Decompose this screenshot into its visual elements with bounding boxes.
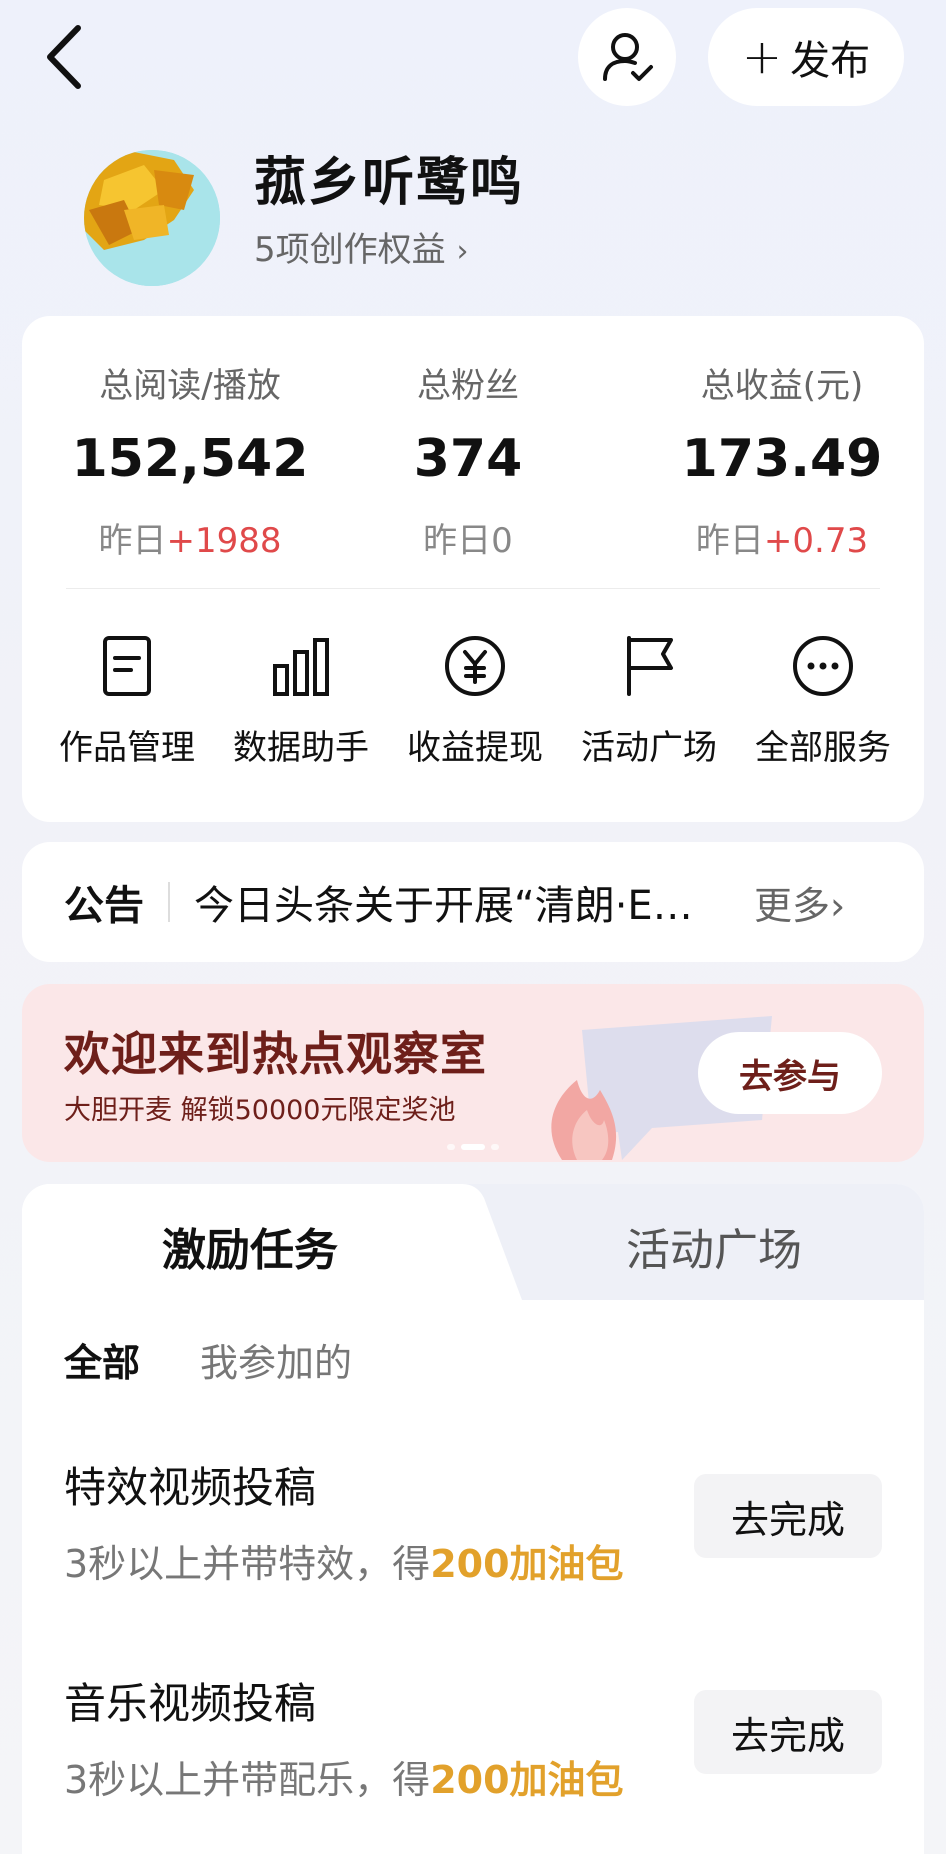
service-activity-square[interactable]: 活动广场 xyxy=(564,634,734,769)
service-income-withdraw[interactable]: 收益提现 xyxy=(390,634,560,769)
notice-bar[interactable]: 公告 今日头条关于开展“清朗·E… 更多› xyxy=(22,842,924,962)
banner-title: 欢迎来到热点观察室 xyxy=(64,1027,487,1081)
service-data-assistant[interactable]: 数据助手 xyxy=(216,634,386,769)
pagination-dot[interactable] xyxy=(491,1144,499,1150)
tasks-panel: 激励任务 活动广场 全部 我参加的 特效视频投稿 3秒以上并带特效，得200加油… xyxy=(22,1184,924,1854)
stat-delta-prefix: 昨日 xyxy=(423,521,492,561)
back-button[interactable] xyxy=(40,22,90,92)
chevron-right-icon: › xyxy=(456,234,469,269)
creator-rights-link[interactable]: 5项创作权益 › xyxy=(254,222,468,271)
document-icon xyxy=(103,636,151,696)
stat-label: 总阅读/播放 xyxy=(99,366,281,406)
promo-banner[interactable]: 欢迎来到热点观察室 大胆开麦 解锁50000元限定奖池 去参与 xyxy=(22,984,924,1162)
notice-more-label: 更多 xyxy=(754,883,831,928)
tab-activity-square[interactable]: 活动广场 xyxy=(626,1214,802,1278)
avatar-image xyxy=(84,150,220,286)
task-reward: 200加油包 xyxy=(430,1758,624,1802)
stat-value: 173.49 xyxy=(681,429,883,489)
stat-delta: 昨日+0.73 xyxy=(662,513,902,562)
pagination-dot[interactable] xyxy=(447,1144,455,1150)
stat-total-reads[interactable]: 总阅读/播放 152,542 昨日+1988 xyxy=(62,358,318,562)
task-item: 音乐视频投稿 3秒以上并带配乐，得200加油包 去完成 xyxy=(64,1670,882,1804)
stat-total-fans[interactable]: 总粉丝 374 昨日0 xyxy=(368,358,568,562)
stat-delta: 昨日0 xyxy=(368,513,568,562)
user-check-icon xyxy=(603,33,653,81)
more-icon xyxy=(793,636,853,696)
yuan-icon xyxy=(445,636,505,696)
stat-delta-value: +1988 xyxy=(166,521,282,561)
pagination-dot-active[interactable] xyxy=(461,1144,485,1150)
stat-value: 152,542 xyxy=(71,429,309,489)
service-all-services[interactable]: 全部服务 xyxy=(738,634,908,769)
service-label: 数据助手 xyxy=(233,728,369,768)
filter-all[interactable]: 全部 xyxy=(64,1332,140,1387)
creator-rights-label: 5项创作权益 xyxy=(254,230,446,270)
chevron-left-icon xyxy=(47,25,81,89)
stats-divider xyxy=(66,588,880,589)
filter-joined[interactable]: 我参加的 xyxy=(200,1332,352,1387)
notice-text[interactable]: 今日头条关于开展“清朗·E… xyxy=(194,873,724,931)
avatar[interactable] xyxy=(84,150,220,286)
plus-icon: + xyxy=(741,29,783,85)
stat-delta-value: +0.73 xyxy=(763,521,869,561)
chevron-right-icon: › xyxy=(830,883,846,928)
stat-delta-prefix: 昨日 xyxy=(98,521,167,561)
banner-join-button[interactable]: 去参与 xyxy=(698,1032,882,1114)
task-item: 特效视频投稿 3秒以上并带特效，得200加油包 去完成 xyxy=(64,1454,882,1588)
user-manage-button[interactable] xyxy=(578,8,676,106)
service-works-manage[interactable]: 作品管理 xyxy=(42,634,212,769)
task-desc-text: 3秒以上并带配乐，得 xyxy=(64,1758,431,1802)
stats-card: 总阅读/播放 152,542 昨日+1988 总粉丝 374 昨日0 总收益(元… xyxy=(22,316,924,822)
banner-pagination xyxy=(22,1144,924,1150)
profile-name[interactable]: 菰乡听鹭鸣 xyxy=(254,140,524,215)
bar-chart-icon xyxy=(273,638,329,696)
flag-icon xyxy=(627,636,673,696)
stat-delta: 昨日+1988 xyxy=(62,513,318,562)
stat-value: 374 xyxy=(413,429,523,489)
service-label: 活动广场 xyxy=(581,728,717,768)
stat-total-income[interactable]: 总收益(元) 173.49 昨日+0.73 xyxy=(662,358,902,562)
stat-delta-value: 0 xyxy=(491,521,513,561)
stat-label: 总收益(元) xyxy=(700,366,864,406)
service-label: 全部服务 xyxy=(755,728,891,768)
service-label: 收益提现 xyxy=(407,728,543,768)
notice-more-link[interactable]: 更多› xyxy=(754,875,845,930)
notice-title: 公告 xyxy=(64,883,144,929)
tab-incentive-tasks[interactable]: 激励任务 xyxy=(162,1214,338,1278)
banner-subtitle: 大胆开麦 解锁50000元限定奖池 xyxy=(64,1095,456,1126)
publish-label: 发布 xyxy=(790,38,871,84)
stat-delta-prefix: 昨日 xyxy=(695,521,764,561)
notice-separator xyxy=(168,882,170,922)
task-reward: 200加油包 xyxy=(430,1542,624,1586)
task-complete-button[interactable]: 去完成 xyxy=(694,1690,882,1774)
stat-label: 总粉丝 xyxy=(417,366,519,406)
service-label: 作品管理 xyxy=(59,728,195,768)
task-complete-button[interactable]: 去完成 xyxy=(694,1474,882,1558)
publish-button[interactable]: + 发布 xyxy=(708,8,904,106)
task-desc-text: 3秒以上并带特效，得 xyxy=(64,1542,431,1586)
